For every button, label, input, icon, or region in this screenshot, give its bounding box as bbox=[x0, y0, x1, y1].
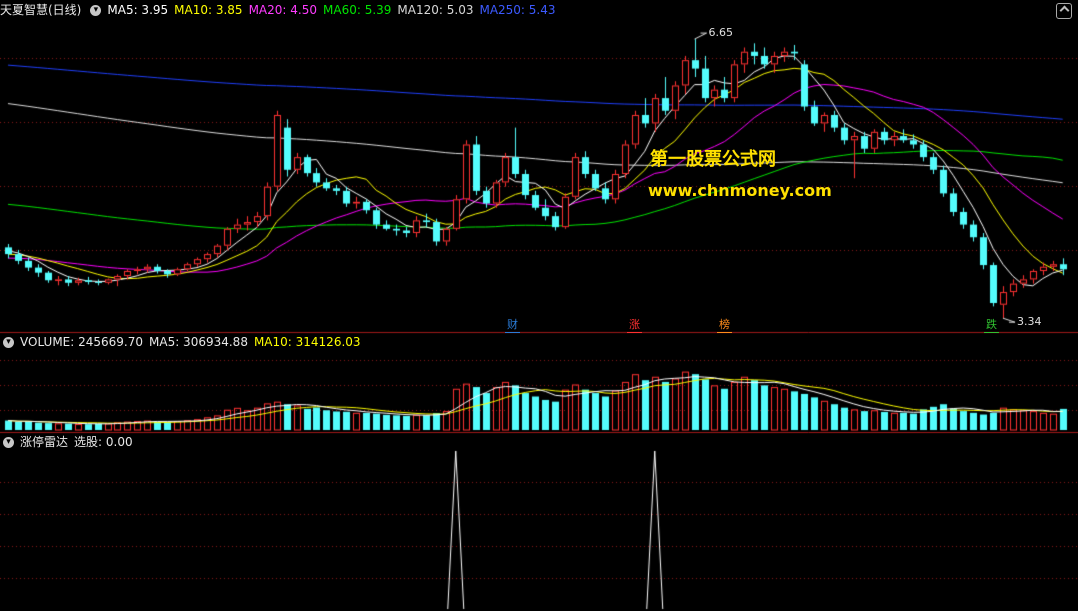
high-price-label: 6.65 bbox=[708, 26, 734, 40]
event-tag-fall[interactable]: 跌 bbox=[984, 318, 999, 333]
volume-value: VOLUME: 245669.70 bbox=[20, 335, 143, 349]
stock-name[interactable]: 天夏智慧(日线) bbox=[0, 1, 81, 19]
indicator-panel-header: ▾ 涨停雷达 选股: 0.00 bbox=[0, 433, 139, 451]
volume-panel-header: ▾ VOLUME: 245669.70 MA5: 306934.88 MA10:… bbox=[0, 333, 367, 351]
volume-ma5-value: MA5: 306934.88 bbox=[149, 335, 248, 349]
watermark-url: www.chnmoney.com bbox=[648, 181, 832, 200]
indicator-value: 选股: 0.00 bbox=[74, 435, 133, 449]
kline-chart-canvas[interactable] bbox=[0, 0, 1078, 611]
volume-ma10-value: MA10: 314126.03 bbox=[253, 335, 361, 349]
main-panel-header: 天夏智慧(日线) ▾ MA5: 3.95 MA10: 3.85 MA20: 4.… bbox=[0, 1, 562, 19]
event-tag-finance[interactable]: 财 bbox=[505, 318, 520, 333]
chevron-down-icon[interactable]: ▾ bbox=[3, 436, 14, 448]
chevron-down-icon[interactable]: ▾ bbox=[90, 4, 102, 16]
watermark-title: 第一股票公式网 bbox=[650, 149, 776, 170]
event-tag-ranking[interactable]: 榜 bbox=[717, 318, 732, 333]
chevron-down-icon[interactable]: ▾ bbox=[3, 336, 14, 348]
ma120-value: MA120: 5.03 bbox=[397, 3, 474, 17]
ma20-value: MA20: 4.50 bbox=[248, 3, 317, 17]
ma5-value: MA5: 3.95 bbox=[107, 3, 169, 17]
ma250-value: MA250: 5.43 bbox=[479, 3, 556, 17]
collapse-icon[interactable] bbox=[1056, 3, 1072, 19]
low-price-label: 3.34 bbox=[1017, 315, 1042, 329]
event-tag-rise[interactable]: 涨 bbox=[627, 318, 642, 333]
ma60-value: MA60: 5.39 bbox=[323, 3, 392, 17]
ma10-value: MA10: 3.85 bbox=[174, 3, 243, 17]
indicator-name[interactable]: 涨停雷达 bbox=[20, 433, 68, 451]
